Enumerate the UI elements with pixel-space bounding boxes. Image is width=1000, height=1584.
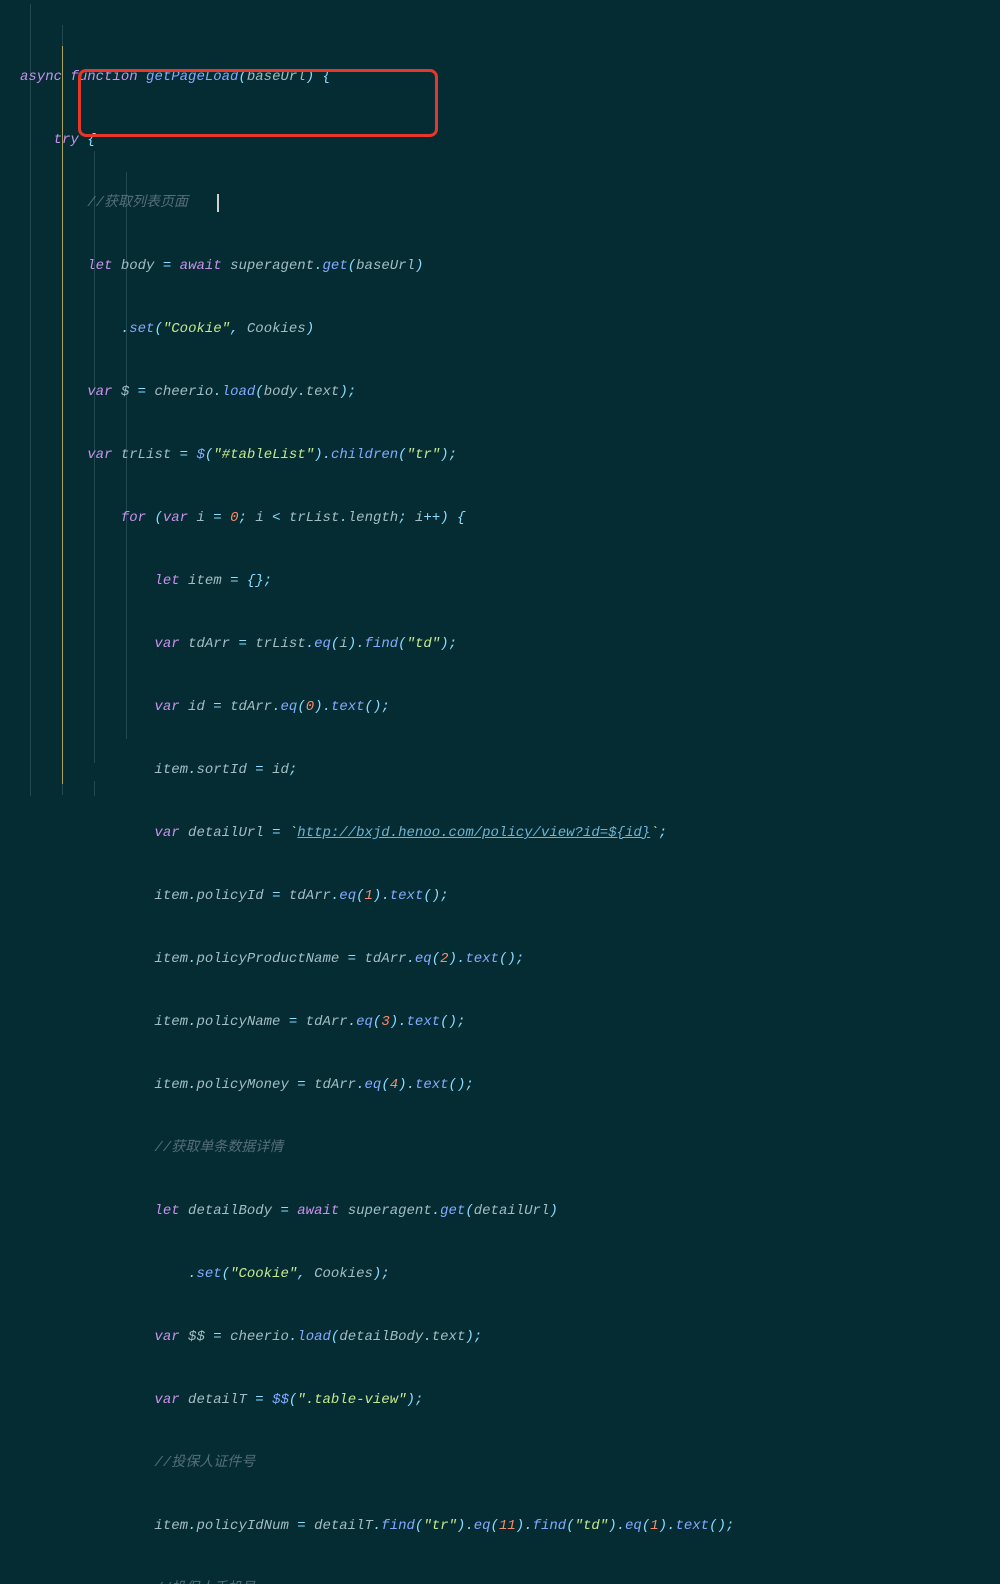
code-line: item.policyIdNum = detailT.find("tr").eq… <box>20 1516 1000 1537</box>
code-line: .set("Cookie", Cookies) <box>20 319 1000 340</box>
code-line: var $ = cheerio.load(body.text); <box>20 382 1000 403</box>
code-line: try { <box>20 130 1000 151</box>
code-line: let body = await superagent.get(baseUrl) <box>20 256 1000 277</box>
code-line: let detailBody = await superagent.get(de… <box>20 1201 1000 1222</box>
code-line: item.policyId = tdArr.eq(1).text(); <box>20 886 1000 907</box>
code-line: var id = tdArr.eq(0).text(); <box>20 697 1000 718</box>
code-line: var tdArr = trList.eq(i).find("td"); <box>20 634 1000 655</box>
code-line: item.policyName = tdArr.eq(3).text(); <box>20 1012 1000 1033</box>
code-line: let item = {}; <box>20 571 1000 592</box>
text-cursor <box>217 194 219 212</box>
code-line: //投保人手机号 <box>20 1579 1000 1584</box>
code-line: var trList = $("#tableList").children("t… <box>20 445 1000 466</box>
code-line: item.policyMoney = tdArr.eq(4).text(); <box>20 1075 1000 1096</box>
code-line: item.sortId = id; <box>20 760 1000 781</box>
code-line: .set("Cookie", Cookies); <box>20 1264 1000 1285</box>
code-line: //获取单条数据详情 <box>20 1138 1000 1159</box>
code-line: var detailT = $$(".table-view"); <box>20 1390 1000 1411</box>
code-line: item.policyProductName = tdArr.eq(2).tex… <box>20 949 1000 970</box>
code-editor[interactable]: async function getPageLoad(baseUrl) { tr… <box>0 4 1000 1584</box>
code-line: async function getPageLoad(baseUrl) { <box>20 67 1000 88</box>
code-line: var detailUrl = `http://bxjd.henoo.com/p… <box>20 823 1000 844</box>
code-line: var $$ = cheerio.load(detailBody.text); <box>20 1327 1000 1348</box>
code-line: for (var i = 0; i < trList.length; i++) … <box>20 508 1000 529</box>
code-line: //投保人证件号 <box>20 1453 1000 1474</box>
code-line: //获取列表页面 <box>20 193 1000 214</box>
